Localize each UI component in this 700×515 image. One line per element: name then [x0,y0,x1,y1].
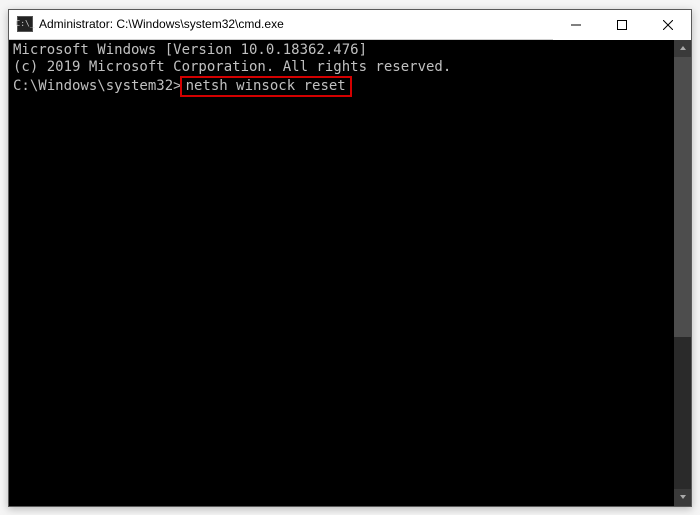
window-controls [553,10,691,39]
scroll-down-button[interactable] [674,489,691,506]
close-button[interactable] [645,10,691,40]
scroll-track[interactable] [674,57,691,489]
cmd-window: C:\_ Administrator: C:\Windows\system32\… [8,9,692,507]
minimize-button[interactable] [553,10,599,40]
scroll-thumb[interactable] [674,57,691,338]
maximize-icon [617,20,627,30]
terminal-area: Microsoft Windows [Version 10.0.18362.47… [9,40,691,506]
maximize-button[interactable] [599,10,645,40]
terminal[interactable]: Microsoft Windows [Version 10.0.18362.47… [9,40,674,506]
prompt: C:\Windows\system32> [13,78,182,94]
output-line: Microsoft Windows [Version 10.0.18362.47… [13,42,670,59]
command-text: netsh winsock reset [186,78,346,94]
prompt-line: C:\Windows\system32>netsh winsock reset [13,76,352,97]
chevron-up-icon [679,45,687,51]
cmd-icon: C:\_ [17,16,33,32]
close-icon [663,20,673,30]
minimize-icon [571,20,581,30]
titlebar[interactable]: C:\_ Administrator: C:\Windows\system32\… [9,10,691,40]
chevron-down-icon [679,494,687,500]
cmd-icon-glyph: C:\_ [15,20,34,28]
command-highlight: netsh winsock reset [180,76,352,97]
scroll-up-button[interactable] [674,40,691,57]
window-title: Administrator: C:\Windows\system32\cmd.e… [39,17,284,31]
output-line: (c) 2019 Microsoft Corporation. All righ… [13,59,670,76]
vertical-scrollbar[interactable] [674,40,691,506]
